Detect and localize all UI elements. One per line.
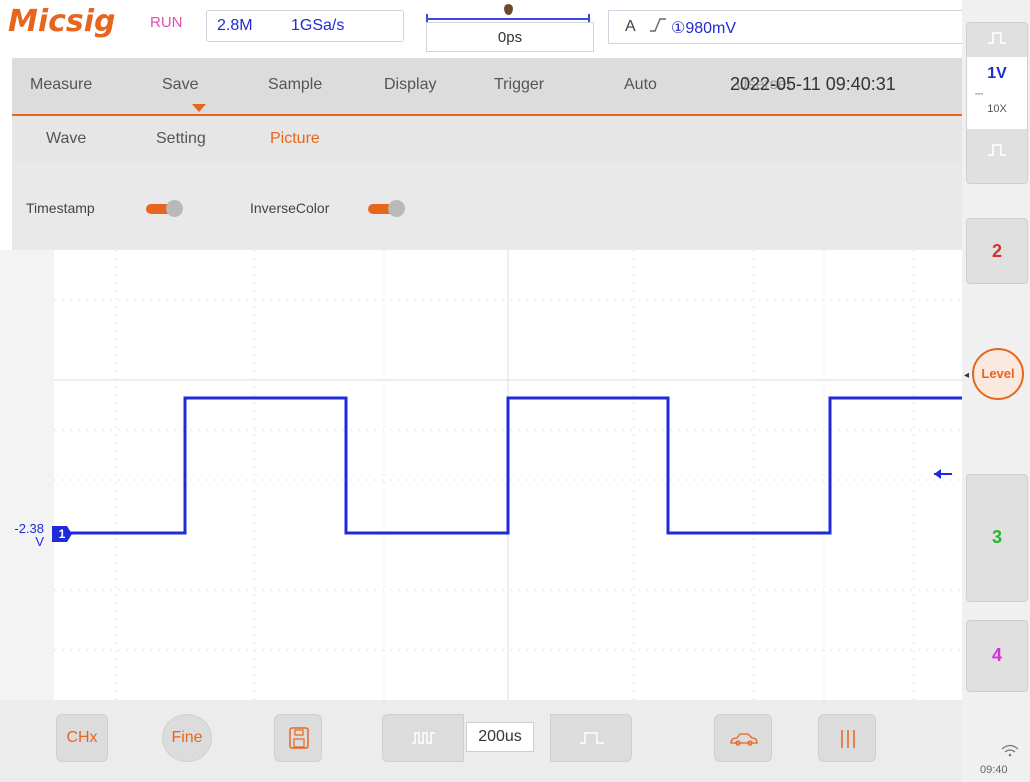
settings-menu-panel: Measure Save Sample Display Trigger Auto… <box>12 58 962 250</box>
inverse-color-toggle[interactable] <box>368 200 405 217</box>
brand-logo: Micsig <box>8 4 116 39</box>
sub-menu-row: Wave Setting Picture <box>12 116 962 163</box>
time-offset-box[interactable]: 0ps <box>426 22 594 52</box>
timebase-decrease-button[interactable] <box>382 714 464 762</box>
channel-1-marker-label: 1 <box>58 527 66 541</box>
wifi-icon <box>1000 744 1020 761</box>
bottom-toolbar: CHx Fine 200us <box>0 700 962 782</box>
cursor-lines-icon <box>839 729 857 754</box>
trigger-source: A <box>625 18 636 35</box>
datetime-stamp: 2022-05-11 09:40:31 <box>730 74 896 94</box>
picture-options-row: Timestamp InverseColor <box>12 162 962 250</box>
timebase-increase-button[interactable] <box>550 714 632 762</box>
channel-4-label: 4 <box>991 645 1002 665</box>
sample-rate: 1GSa/s <box>291 17 345 34</box>
level-label: Level <box>981 366 1015 381</box>
acquisition-info-box[interactable]: 2.8M 1GSa/s <box>206 10 404 42</box>
trigger-position-ruler[interactable] <box>426 14 590 24</box>
tab-picture[interactable]: Picture <box>270 130 320 148</box>
timestamp-toggle[interactable] <box>146 200 183 217</box>
timebase-control: 200us <box>382 714 632 762</box>
offset-unit: V <box>35 534 44 549</box>
dc-coupling-icon: ⎓ <box>975 89 983 100</box>
trigger-level-arrow-head <box>934 469 941 479</box>
trigger-position-marker-icon[interactable] <box>504 4 513 15</box>
tab-setting[interactable]: Setting <box>156 130 206 148</box>
inverse-color-label: InverseColor <box>250 200 330 216</box>
channel-2-button[interactable]: 2 <box>966 218 1028 284</box>
offset-strip <box>0 250 54 700</box>
channel-1-trace <box>54 396 962 535</box>
menu-item-sample[interactable]: Sample <box>268 76 322 94</box>
active-menu-caret-icon <box>192 104 206 112</box>
menu-item-trigger[interactable]: Trigger <box>494 76 544 94</box>
channel-4-button[interactable]: 4 <box>966 620 1028 692</box>
timestamp-label: Timestamp <box>26 200 95 216</box>
run-status[interactable]: RUN <box>150 14 183 31</box>
level-knob-button[interactable]: Level <box>972 348 1024 400</box>
memory-depth: 2.8M <box>217 17 253 34</box>
rising-edge-icon <box>649 17 667 38</box>
menu-item-display[interactable]: Display <box>384 76 436 94</box>
trigger-level-value: ①980mV <box>671 20 737 37</box>
time-offset-value: 0ps <box>497 29 523 46</box>
top-status-bar: Micsig RUN 2.8M 1GSa/s 0ps A ①980mV <box>0 0 964 58</box>
dense-pulse-icon <box>411 731 437 750</box>
wide-pulse-icon <box>579 731 605 750</box>
timebase-value[interactable]: 200us <box>466 722 534 752</box>
tab-wave[interactable]: Wave <box>46 130 86 148</box>
channel-3-button[interactable]: 3 <box>966 474 1028 602</box>
channel-offset-label: -2.38 V <box>4 522 44 548</box>
waveform-display[interactable]: -2.38 V 1 <box>0 250 962 700</box>
chx-button[interactable]: CHx <box>56 714 108 762</box>
chx-label: CHx <box>66 729 98 746</box>
trigger-info-box[interactable]: A ①980mV <box>608 10 964 44</box>
save-icon <box>289 727 309 754</box>
menu-item-measure[interactable]: Measure <box>30 76 92 94</box>
cursor-button[interactable] <box>818 714 876 762</box>
toggle-knob <box>166 200 183 217</box>
menu-item-auto[interactable]: Auto <box>624 76 657 94</box>
channel-sidebar: 1V ⎓ 10X 2 Level ◂ 3 4 <box>962 0 1030 782</box>
toggle-knob <box>388 200 405 217</box>
car-icon <box>729 731 759 752</box>
pulse-icon <box>967 31 1027 50</box>
pulse-icon <box>967 143 1027 162</box>
fine-label: Fine <box>171 729 203 746</box>
level-pointer-icon: ◂ <box>964 370 970 381</box>
channel-1-scale-panel: 1V ⎓ 10X <box>967 57 1027 129</box>
channel-1-probe: 10X <box>987 103 1007 115</box>
channel-3-label: 3 <box>991 527 1002 547</box>
menu-item-save[interactable]: Save <box>162 76 198 94</box>
main-menu-row: Measure Save Sample Display Trigger Auto… <box>12 58 962 116</box>
save-file-button[interactable] <box>274 714 322 762</box>
channel-1-button[interactable]: 1V ⎓ 10X <box>966 22 1028 184</box>
channel-2-label: 2 <box>991 241 1002 261</box>
fine-button[interactable]: Fine <box>162 714 212 762</box>
channel-1-scale: 1V <box>987 65 1007 82</box>
waveform-grid[interactable] <box>54 250 962 700</box>
system-clock: 09:40 <box>980 764 1008 776</box>
automotive-button[interactable] <box>714 714 772 762</box>
